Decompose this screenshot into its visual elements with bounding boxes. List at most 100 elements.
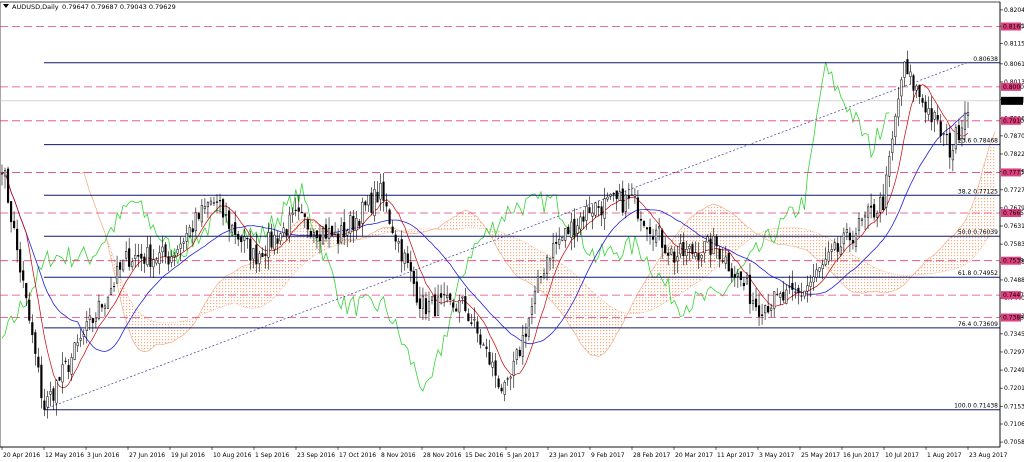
candle-body — [782, 291, 785, 301]
candle-body — [479, 334, 482, 345]
candle-body — [261, 253, 264, 258]
candle-body — [94, 317, 97, 322]
candle-body — [621, 188, 624, 213]
x-tick-label-10: 28 Nov 2016 — [423, 452, 462, 459]
candle-body — [343, 222, 346, 238]
fib-label-0: 0.80638 — [973, 56, 998, 63]
candle-body — [467, 313, 470, 322]
candle-body — [400, 239, 403, 262]
candle-body — [515, 349, 518, 360]
candle-body — [58, 377, 61, 381]
candle-body — [221, 199, 225, 218]
candle-body — [412, 271, 415, 284]
candle-body — [249, 238, 252, 261]
candle — [6, 166, 10, 204]
candle-body — [512, 360, 515, 376]
candle-body — [215, 201, 219, 203]
candle-body — [670, 248, 673, 255]
candle-body — [255, 244, 258, 265]
candle-body — [957, 125, 960, 140]
candle-body — [191, 228, 194, 233]
candle-body — [939, 121, 942, 137]
candle-body — [951, 150, 954, 161]
candle-body — [582, 216, 585, 222]
candle-body — [40, 364, 43, 399]
candle-body — [760, 314, 764, 316]
candle-body — [942, 133, 945, 135]
candle-body — [764, 305, 767, 314]
price-chart[interactable]: 0.80638 23.6 0.78468 38.2 0.77125 50.0 0.76… — [0, 0, 1024, 462]
candle-body — [866, 206, 870, 218]
candle-body — [218, 200, 222, 202]
candle-body — [37, 356, 40, 368]
candle-body — [61, 364, 64, 383]
candle-body — [642, 221, 646, 226]
candle-body — [52, 388, 55, 401]
candle-body — [788, 286, 791, 288]
candle-body — [225, 213, 228, 216]
candle-body — [966, 112, 970, 116]
candle-body — [821, 264, 824, 269]
candle-body — [542, 273, 546, 278]
y-tick-label-10: 0.77270 — [1004, 187, 1024, 194]
candle-body — [6, 168, 10, 203]
chart-window[interactable]: 0.80638 23.6 0.78468 38.2 0.77125 50.0 0.76… — [0, 0, 1024, 462]
candle-body — [552, 243, 555, 258]
candle-body — [461, 296, 464, 299]
candle-body — [494, 360, 497, 376]
level-tag-label-1: 0.80000 — [1003, 84, 1024, 91]
candle-body — [167, 256, 170, 265]
candle-body — [243, 236, 246, 241]
y-tick-label-19: 0.72970 — [1004, 349, 1024, 356]
candle-body — [285, 229, 288, 236]
candle-body — [870, 205, 873, 208]
candle-body — [927, 108, 930, 115]
candle-body — [70, 357, 73, 375]
x-tick-label-5: 10 Aug 2016 — [213, 452, 252, 459]
candle-body — [924, 101, 927, 113]
candle-body — [76, 342, 79, 347]
candle-body — [291, 212, 294, 215]
candle-body — [963, 112, 967, 130]
candle-body — [109, 288, 113, 295]
candle-body — [709, 238, 712, 255]
candle-body — [603, 198, 606, 219]
candle-body — [727, 253, 730, 272]
candle-body — [839, 246, 842, 255]
candle-body — [751, 300, 755, 304]
candle-body — [152, 259, 155, 268]
candle-body — [564, 228, 567, 241]
candle-body — [373, 189, 376, 217]
candle-body — [443, 294, 446, 296]
y-tick-label-7: 0.78700 — [1004, 133, 1024, 140]
x-tick-label-12: 5 Jan 2017 — [507, 452, 539, 459]
candle-body — [491, 361, 494, 368]
candle-body — [500, 387, 503, 392]
x-tick-label-3: 27 Jun 2016 — [129, 452, 165, 459]
candle-body — [848, 232, 851, 241]
candle-body — [315, 230, 319, 239]
candle-body — [143, 256, 146, 264]
candle-body — [430, 296, 434, 301]
candle-body — [627, 195, 630, 199]
candle-body — [748, 274, 752, 304]
candle-body — [264, 253, 267, 257]
candle-body — [900, 79, 903, 97]
candle-body — [585, 206, 588, 221]
candle-body — [879, 197, 882, 213]
y-tick-label-15: 0.74880 — [1004, 277, 1024, 284]
x-tick-label-4: 19 Jul 2016 — [171, 452, 205, 459]
candle-body — [176, 249, 179, 254]
x-tick-label-0: 20 Apr 2016 — [3, 452, 40, 459]
candle-body — [446, 295, 449, 299]
candle-body — [112, 286, 116, 288]
candle-body — [655, 229, 658, 243]
candle-body — [800, 295, 803, 297]
candle-body — [352, 215, 355, 231]
candle-body — [449, 293, 452, 300]
y-tick-label-8: 0.78220 — [1004, 151, 1024, 158]
y-tick-label-24: 0.70580 — [1004, 439, 1024, 446]
candle-body — [424, 298, 428, 315]
candle-body — [827, 251, 830, 262]
x-tick-label-21: 10 Jul 2017 — [885, 452, 919, 459]
